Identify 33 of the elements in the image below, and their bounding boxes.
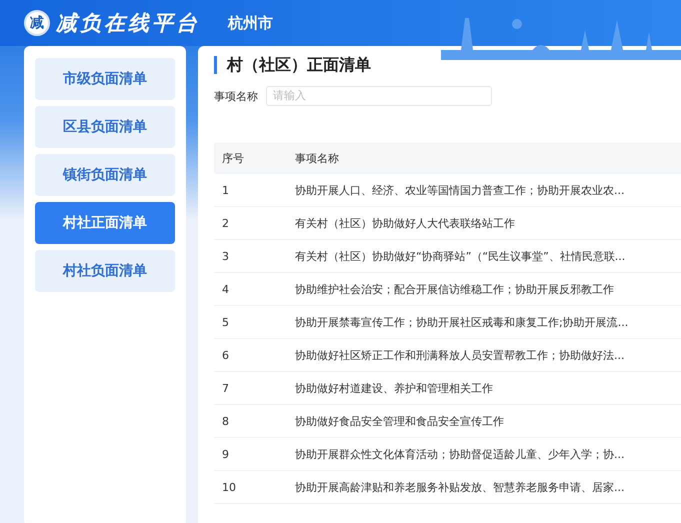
logo-icon: 减	[24, 10, 50, 36]
table-cell: 协助开展禁毒宣传工作；协助开展社区戒毒和康复工作;协助开展流...	[295, 306, 681, 338]
sidebar-item[interactable]: 村社负面清单	[35, 250, 175, 292]
table-cell: 9	[214, 438, 295, 470]
column-header: 序号	[214, 143, 295, 174]
sidebar-item[interactable]: 村社正面清单	[35, 202, 175, 244]
table-cell: 3	[214, 240, 295, 272]
table-cell: 有关村（社区）协助做好“协商驿站”（“民生议事堂”、社情民意联...	[295, 240, 681, 272]
table-cell: 协助做好村道建设、养护和管理相关工作	[295, 372, 681, 404]
page-title: 村（社区）正面清单	[214, 56, 681, 74]
column-header: 事项名称	[295, 143, 681, 174]
table-cell: 协助开展群众性文化体育活动；协助督促适龄儿童、少年入学；协...	[295, 438, 681, 470]
table-cell: 6	[214, 338, 295, 372]
sidebar-item[interactable]: 市级负面清单	[35, 58, 175, 100]
table-cell: 协助做好社区矫正工作和刑满释放人员安置帮教工作；协助做好法...	[295, 338, 681, 372]
sidebar-item[interactable]: 镇街负面清单	[35, 154, 175, 196]
table-cell: 7	[214, 372, 295, 404]
table-cell: 1	[214, 174, 295, 206]
app-title: 减负在线平台	[56, 10, 200, 37]
table-cell: 协助做好食品安全管理和食品安全宣传工作	[295, 404, 681, 438]
table-cell: 4	[214, 272, 295, 306]
table-cell: 协助开展人口、经济、农业等国情国力普查工作；协助开展农业农...	[295, 174, 681, 206]
table-cell: 有关村（社区）协助做好人大代表联络站工作	[295, 206, 681, 240]
sidebar-item[interactable]: 区县负面清单	[35, 106, 175, 148]
table-cell: 协助开展高龄津贴和养老服务补贴发放、智慧养老服务申请、居家...	[295, 470, 681, 504]
table-cell: 5	[214, 306, 295, 338]
table-cell: 10	[214, 470, 295, 504]
table-cell: 2	[214, 206, 295, 240]
table-cell: 协助维护社会治安；配合开展信访维稳工作；协助开展反邪教工作	[295, 272, 681, 306]
city-label: 杭州市	[228, 14, 273, 32]
table-cell: 8	[214, 404, 295, 438]
input-field[interactable]: 请输入	[266, 86, 492, 106]
field-label: 事项名称	[214, 88, 258, 104]
